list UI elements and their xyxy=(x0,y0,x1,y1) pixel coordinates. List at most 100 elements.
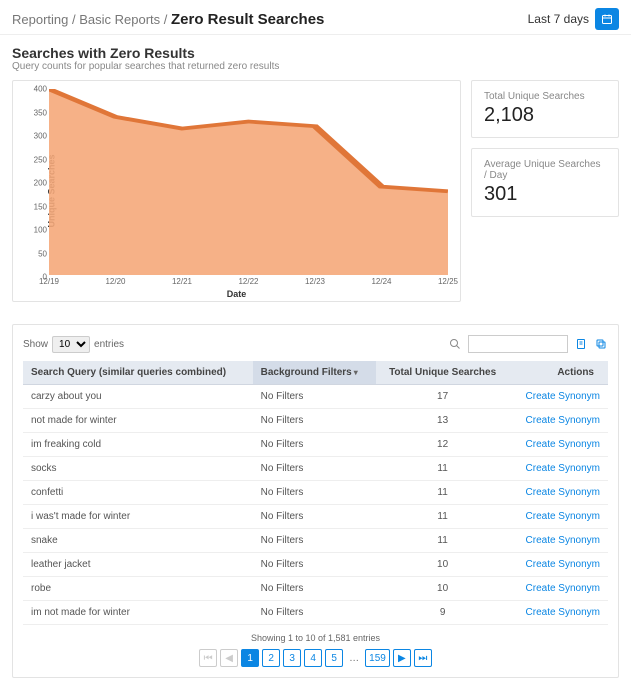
section-subtitle: Query counts for popular searches that r… xyxy=(0,61,631,80)
show-entries: Show 10 entries xyxy=(23,336,124,353)
table-footer-info: Showing 1 to 10 of 1,581 entries xyxy=(23,633,608,643)
table-search-input[interactable] xyxy=(468,335,568,353)
table-row: socksNo Filters11Create Synonym xyxy=(23,457,608,481)
create-synonym-link[interactable]: Create Synonym xyxy=(526,487,600,498)
pager-page-1[interactable]: 1 xyxy=(241,649,259,667)
copy-icon[interactable] xyxy=(594,337,608,351)
cell-count: 12 xyxy=(376,433,510,457)
chart-svg xyxy=(49,89,448,275)
area-chart xyxy=(49,89,448,275)
results-table: Search Query (similar queries combined) … xyxy=(23,361,608,625)
cell-filters: No Filters xyxy=(253,481,376,505)
stat-total-unique: Total Unique Searches 2,108 xyxy=(471,80,619,138)
cell-filters: No Filters xyxy=(253,409,376,433)
table-row: snakeNo Filters11 Create Synonym xyxy=(23,529,608,553)
cell-count: 11 xyxy=(376,529,510,553)
breadcrumb-2[interactable]: Basic Reports xyxy=(79,12,160,27)
create-synonym-link[interactable]: Create Synonym xyxy=(526,607,600,618)
pager-ellipsis: … xyxy=(346,649,362,667)
pager-page-3[interactable]: 3 xyxy=(283,649,301,667)
pager-next[interactable]: ▶ xyxy=(393,649,411,667)
col-actions: Actions xyxy=(510,361,608,385)
pager-page-5[interactable]: 5 xyxy=(325,649,343,667)
stat-total-value: 2,108 xyxy=(484,104,606,127)
create-synonym-link[interactable]: Create Synonym xyxy=(526,415,600,426)
pager-prev: ◀ xyxy=(220,649,238,667)
x-tick: 12/23 xyxy=(305,277,325,286)
y-tick: 400 xyxy=(33,85,47,94)
results-table-card: Show 10 entries Search Query (similar qu… xyxy=(12,324,619,678)
cell-query: snake xyxy=(23,529,253,553)
date-range[interactable]: Last 7 days xyxy=(528,8,619,30)
cell-count: 11 xyxy=(376,505,510,529)
stat-avg-label: Average Unique Searches / Day xyxy=(484,159,606,181)
cell-filters: No Filters xyxy=(253,385,376,409)
page-size-select[interactable]: 10 xyxy=(52,336,90,353)
search-icon[interactable] xyxy=(448,337,462,351)
section-title: Searches with Zero Results xyxy=(0,35,631,61)
stat-avg-value: 301 xyxy=(484,183,606,206)
x-tick: 12/25 xyxy=(438,277,458,286)
x-tick: 12/19 xyxy=(39,277,59,286)
create-synonym-link[interactable]: Create Synonym xyxy=(526,559,600,570)
breadcrumb-1[interactable]: Reporting xyxy=(12,12,68,27)
cell-count: 11 xyxy=(376,457,510,481)
x-tick: 12/20 xyxy=(105,277,125,286)
y-tick: 50 xyxy=(33,249,47,258)
cell-filters: No Filters xyxy=(253,529,376,553)
calendar-icon[interactable] xyxy=(595,8,619,30)
table-row: confettiNo Filters11Create Synonym xyxy=(23,481,608,505)
date-range-label: Last 7 days xyxy=(528,12,589,26)
cell-query: not made for winter xyxy=(23,409,253,433)
y-tick: 200 xyxy=(33,179,47,188)
table-row: leather jacketNo Filters10 Create Synonym xyxy=(23,553,608,577)
cell-query: i was't made for winter xyxy=(23,505,253,529)
cell-filters: No Filters xyxy=(253,577,376,601)
x-tick: 12/24 xyxy=(371,277,391,286)
pager-first: ⏮ xyxy=(199,649,217,667)
col-query[interactable]: Search Query (similar queries combined) xyxy=(23,361,253,385)
cell-query: im not made for winter xyxy=(23,601,253,625)
y-tick: 300 xyxy=(33,132,47,141)
cell-count: 9 xyxy=(376,601,510,625)
pager-last[interactable]: ⏭ xyxy=(414,649,432,667)
cell-count: 11 xyxy=(376,481,510,505)
create-synonym-link[interactable]: Create Synonym xyxy=(526,511,600,522)
x-tick: 12/22 xyxy=(238,277,258,286)
col-count[interactable]: Total Unique Searches xyxy=(376,361,510,385)
cell-count: 13 xyxy=(376,409,510,433)
table-row: im freaking coldNo Filters12Create Synon… xyxy=(23,433,608,457)
cell-count: 10 xyxy=(376,553,510,577)
table-row: im not made for winterNo Filters9 Create … xyxy=(23,601,608,625)
cell-filters: No Filters xyxy=(253,457,376,481)
stat-avg-unique: Average Unique Searches / Day 301 xyxy=(471,148,619,217)
create-synonym-link[interactable]: Create Synonym xyxy=(526,463,600,474)
cell-filters: No Filters xyxy=(253,433,376,457)
table-row: robeNo Filters10Create Synonym xyxy=(23,577,608,601)
create-synonym-link[interactable]: Create Synonym xyxy=(526,535,600,546)
cell-query: leather jacket xyxy=(23,553,253,577)
y-tick: 100 xyxy=(33,226,47,235)
pager-page-2[interactable]: 2 xyxy=(262,649,280,667)
col-filters[interactable]: Background Filters▾ xyxy=(253,361,376,385)
x-axis-label: Date xyxy=(13,289,460,299)
y-tick: 250 xyxy=(33,155,47,164)
cell-filters: No Filters xyxy=(253,505,376,529)
table-row: i was't made for winterNo Filters11 Creat… xyxy=(23,505,608,529)
sort-desc-icon: ▾ xyxy=(354,368,358,377)
pager-page-4[interactable]: 4 xyxy=(304,649,322,667)
breadcrumb-current: Zero Result Searches xyxy=(171,11,324,28)
cell-query: carzy about you xyxy=(23,385,253,409)
create-synonym-link[interactable]: Create Synonym xyxy=(526,583,600,594)
cell-filters: No Filters xyxy=(253,553,376,577)
table-row: carzy about youNo Filters17Create Synony… xyxy=(23,385,608,409)
y-tick: 150 xyxy=(33,202,47,211)
export-icon[interactable] xyxy=(574,337,588,351)
table-row: not made for winterNo Filters13 Create Sy… xyxy=(23,409,608,433)
pager-page-last[interactable]: 159 xyxy=(365,649,390,667)
breadcrumb: Reporting / Basic Reports / Zero Result … xyxy=(12,11,324,28)
stat-total-label: Total Unique Searches xyxy=(484,91,606,102)
create-synonym-link[interactable]: Create Synonym xyxy=(526,391,600,402)
cell-filters: No Filters xyxy=(253,601,376,625)
create-synonym-link[interactable]: Create Synonym xyxy=(526,439,600,450)
